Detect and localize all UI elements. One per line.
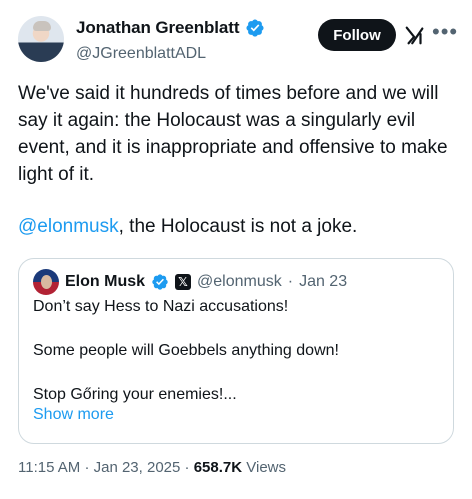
quoted-date: Jan 23	[299, 273, 348, 290]
verified-badge-icon[interactable]	[245, 18, 265, 38]
follow-button[interactable]: Follow	[318, 19, 396, 51]
quoted-separator: ·	[287, 273, 294, 290]
quoted-header: Elon Musk 𝕏 @elonmusk · Jan 23	[33, 269, 347, 295]
more-options-icon[interactable]: •••	[432, 21, 458, 48]
meta-separator-2: ·	[184, 459, 190, 476]
tweet-date[interactable]: Jan 23, 2025	[94, 459, 181, 476]
quoted-line-1: Don’t say Hess to Nazi accusations!	[33, 298, 289, 315]
author-handle[interactable]: @JGreenblattADL	[76, 45, 206, 63]
grok-icon[interactable]	[404, 24, 426, 46]
author-display-name[interactable]: Jonathan Greenblatt	[76, 18, 240, 38]
views-count[interactable]: 658.7K	[194, 459, 242, 476]
quoted-display-name: Elon Musk	[65, 273, 146, 290]
tweet-header: Jonathan Greenblatt @JGreenblattADL Foll…	[18, 14, 458, 68]
meta-separator-1: ·	[84, 459, 90, 476]
quoted-handle: @elonmusk	[197, 273, 282, 290]
tweet-text: We've said it hundreds of times before a…	[18, 80, 458, 237]
tweet-meta: 11:15 AM · Jan 23, 2025 · 658.7K Views	[18, 459, 286, 476]
author-avatar[interactable]	[18, 16, 64, 62]
author-name-row: Jonathan Greenblatt	[76, 18, 265, 38]
tweet-paragraph-1: We've said it hundreds of times before a…	[18, 83, 448, 185]
quoted-avatar	[33, 269, 59, 295]
quoted-line-3: Stop Gőring your enemies!...	[33, 386, 237, 403]
tweet-paragraph-2: @elonmusk, the Holocaust is not a joke.	[18, 213, 357, 240]
tweet-time[interactable]: 11:15 AM	[18, 459, 80, 476]
x-affiliate-icon: 𝕏	[175, 274, 192, 290]
tweet-paragraph-2-text: , the Holocaust is not a joke.	[118, 216, 358, 237]
quoted-line-2: Some people will Goebbels anything down!	[33, 342, 339, 359]
quoted-verified-badge-icon	[152, 274, 168, 290]
show-more-link[interactable]: Show more	[33, 406, 114, 424]
mention-link[interactable]: @elonmusk	[18, 216, 119, 237]
views-label: Views	[246, 459, 286, 476]
quoted-tweet-card[interactable]: Elon Musk 𝕏 @elonmusk · Jan 23 Don’t say…	[18, 258, 454, 444]
